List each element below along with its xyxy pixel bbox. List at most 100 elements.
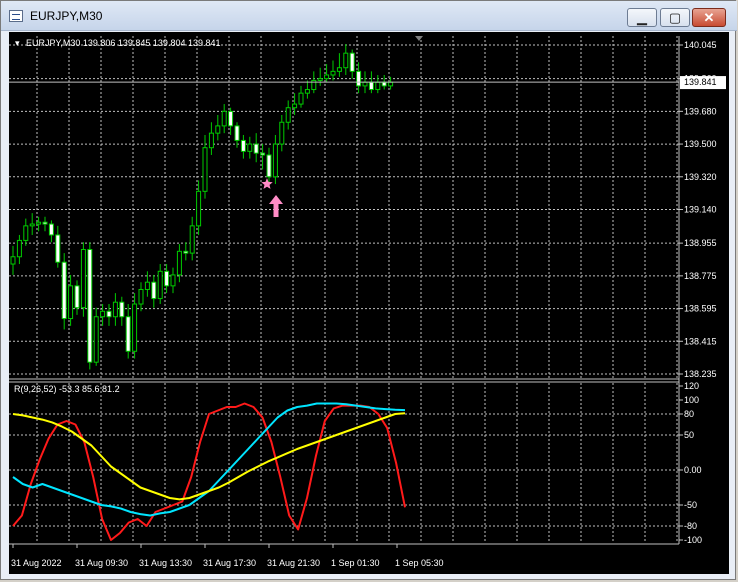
candle-body	[138, 288, 144, 305]
indicator-lines	[12, 402, 406, 541]
candle-body	[324, 74, 330, 80]
main-grid	[9, 36, 679, 378]
candle-body	[68, 285, 74, 320]
candle-body	[93, 316, 99, 363]
candle-body	[375, 81, 381, 91]
candle-body	[87, 248, 93, 363]
candle-body	[292, 103, 298, 109]
price-tick-label: 139.680	[684, 106, 717, 116]
indicator-tick-label: 0.00	[684, 465, 702, 475]
chart-svg[interactable]: ▾ EURJPY,M30 139.806 139.845 139.804 139…	[9, 32, 729, 574]
candle-body	[74, 285, 80, 309]
close-button[interactable]: ✕	[692, 8, 726, 27]
indicator-tick-label: -100	[684, 535, 702, 545]
candle-body	[253, 143, 259, 154]
candle-body	[221, 110, 227, 127]
candle-body	[164, 270, 170, 287]
candle-body	[285, 107, 291, 123]
candle-body	[215, 125, 221, 134]
candle-body	[16, 239, 22, 258]
time-tick-label: 31 Aug 09:30	[75, 558, 128, 568]
candle-body	[10, 256, 16, 265]
candle-body	[240, 139, 246, 152]
candle-body	[183, 250, 189, 254]
current-price-tag: 139.841	[680, 76, 726, 90]
price-tick-label: 138.775	[684, 271, 717, 281]
candle-body	[157, 270, 163, 300]
candle-body	[330, 70, 336, 76]
time-tick-label: 31 Aug 2022	[11, 558, 62, 568]
time-tick-label: 1 Sep 05:30	[395, 558, 444, 568]
close-icon: ✕	[703, 10, 715, 25]
candle-body	[132, 303, 138, 352]
candle-body	[48, 223, 54, 236]
indicator-tick-label: 50	[684, 430, 694, 440]
indicator-axis: 120 100 80 50 0.00 -50 -80 -100	[679, 381, 702, 545]
candle-body	[381, 81, 387, 87]
price-tick-label: 138.595	[684, 304, 717, 314]
candle-body	[388, 81, 394, 87]
price-tick-label: 138.955	[684, 238, 717, 248]
info-arrow[interactable]: ▾	[15, 38, 20, 48]
current-price-label: 139.841	[684, 77, 717, 87]
candle-body	[317, 78, 323, 81]
candle-body	[119, 301, 125, 318]
candle-body	[55, 234, 61, 263]
candle-body	[279, 121, 285, 145]
indicator-tick-label: 100	[684, 395, 699, 405]
candle-body	[36, 221, 42, 225]
candle-body	[356, 70, 362, 87]
time-tick-label: 31 Aug 17:30	[203, 558, 256, 568]
price-tick-label: 139.320	[684, 172, 717, 182]
chart-window-icon	[9, 10, 23, 22]
indicator-line-r52	[12, 412, 406, 501]
candle-body	[343, 52, 349, 69]
candle-body	[234, 125, 240, 141]
candle-body	[260, 152, 266, 156]
price-tick-label: 139.500	[684, 139, 717, 149]
title-bar[interactable]: EURJPY,M30 ▁ ▢ ✕	[1, 1, 737, 31]
candle-body	[144, 281, 150, 290]
time-axis: 31 Aug 2022 31 Aug 09:30 31 Aug 13:30 31 Au…	[11, 544, 444, 568]
candle-body	[368, 81, 374, 91]
minimize-icon: ▁	[637, 10, 647, 25]
candle-body	[272, 143, 278, 178]
candle-body	[23, 225, 29, 241]
window-title: EURJPY,M30	[30, 9, 103, 23]
indicator-line-r9	[12, 402, 406, 541]
candle-body	[100, 310, 106, 318]
signal-markers	[261, 178, 283, 217]
candle-body	[125, 316, 131, 352]
candle-body	[112, 301, 118, 318]
candle-body	[151, 281, 157, 300]
candle-body	[29, 223, 35, 227]
candle-body	[176, 250, 182, 276]
candle-body	[362, 81, 368, 87]
candle-body	[170, 274, 176, 287]
candle-body	[304, 89, 310, 94]
chart-area[interactable]: ▾ EURJPY,M30 139.806 139.845 139.804 139…	[9, 32, 729, 574]
axes	[9, 36, 680, 545]
time-tick-label: 31 Aug 13:30	[139, 558, 192, 568]
candle-body	[189, 225, 195, 254]
candles	[9, 44, 679, 370]
arrow-up-marker-icon	[269, 194, 283, 217]
candle-body	[336, 67, 342, 72]
indicator-tick-label: -80	[684, 521, 697, 531]
minimize-button[interactable]: ▁	[627, 8, 657, 27]
indicator-line-r26	[12, 402, 406, 517]
candle-body	[208, 132, 214, 149]
candle-body	[247, 143, 253, 152]
candle-body	[61, 261, 67, 320]
price-axis: 140.045139.860139.680139.500139.320139.1…	[679, 40, 717, 379]
candle-body	[266, 154, 272, 178]
candle-body	[196, 190, 202, 227]
candle-body	[202, 147, 208, 192]
maximize-button[interactable]: ▢	[660, 8, 690, 27]
price-tick-label: 138.415	[684, 336, 717, 346]
indicator-tick-label: -50	[684, 500, 697, 510]
time-tick-label: 1 Sep 01:30	[331, 558, 380, 568]
candle-body	[42, 221, 48, 225]
star-marker-icon	[261, 178, 273, 189]
indicator-info-label: R(9,26,52) -53.3 85.6 81.2	[14, 384, 120, 394]
